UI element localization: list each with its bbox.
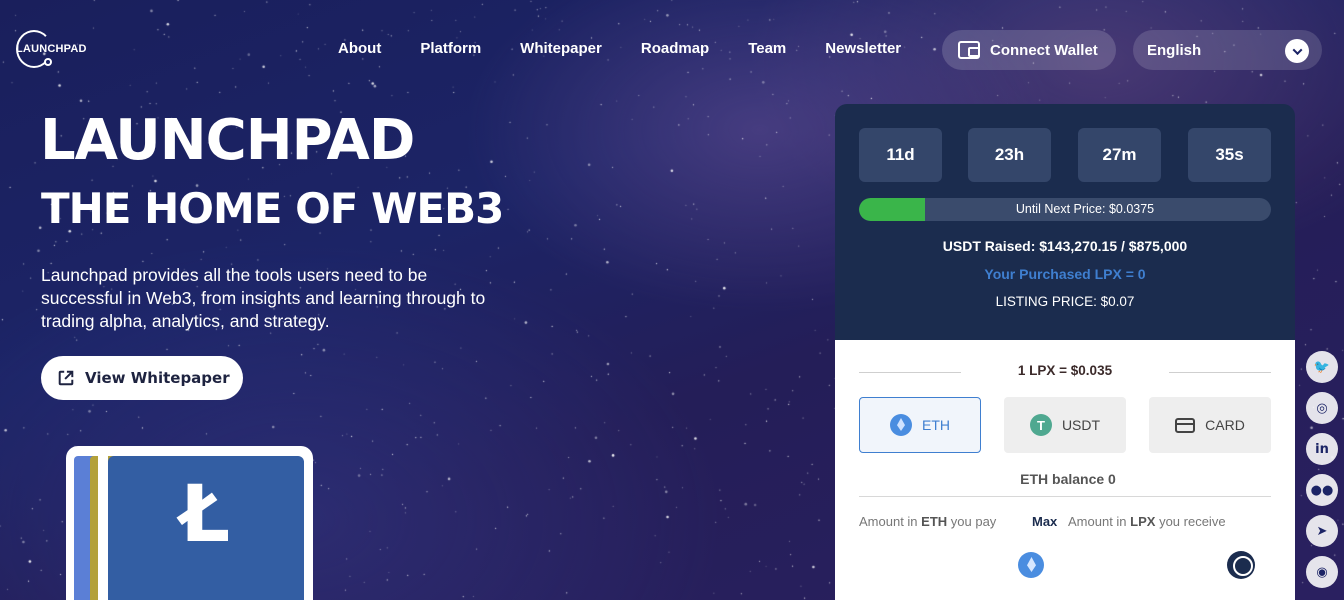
linkedin-icon[interactable]: in	[1306, 433, 1338, 465]
connect-wallet-button[interactable]: Connect Wallet	[942, 30, 1116, 70]
usdt-raised: USDT Raised: $143,270.15 / $875,000	[942, 238, 1188, 254]
progress-label: Until Next Price: $0.0375	[1015, 202, 1155, 216]
chat-icon[interactable]	[1227, 551, 1255, 579]
amount-labels: Amount in ETH you pay Max Amount in LPX …	[859, 514, 1271, 529]
litecoin-icon: Ł	[180, 470, 231, 560]
max-button[interactable]: Max	[1032, 514, 1057, 529]
nav-whitepaper[interactable]: Whitepaper	[520, 40, 602, 57]
pay-usdt-button[interactable]: T USDT	[1004, 397, 1126, 453]
eth-balance: ETH balance 0	[1020, 471, 1116, 487]
nav-newsletter[interactable]: Newsletter	[825, 40, 901, 57]
amount-pay-label: Amount in ETH you pay	[859, 514, 997, 529]
logo-text: LAUNCHPAD	[16, 43, 87, 55]
usdt-icon: T	[1029, 414, 1052, 436]
external-link-icon	[58, 370, 74, 386]
nav-roadmap[interactable]: Roadmap	[641, 40, 709, 57]
timer-hours: 23h	[968, 128, 1051, 182]
card-icon	[1175, 417, 1196, 433]
telegram-icon[interactable]: ➤	[1306, 515, 1338, 547]
twitter-icon[interactable]: 🐦	[1306, 351, 1338, 383]
medium-icon[interactable]: ●●	[1306, 474, 1338, 506]
hero-subtitle: THE HOME OF WEB3	[41, 184, 504, 233]
social-links: 🐦 ◎ in ●● ➤ ◉	[1306, 351, 1338, 597]
instagram-icon[interactable]: ◎	[1306, 392, 1338, 424]
language-select[interactable]: English	[1133, 30, 1322, 70]
token-card-stack: Ł	[66, 446, 313, 600]
wallet-icon	[958, 41, 980, 59]
balance-divider	[859, 496, 1271, 497]
eth-icon	[890, 414, 912, 436]
nav-about[interactable]: About	[338, 40, 381, 57]
discord-icon[interactable]: ◉	[1306, 556, 1338, 588]
pay-input-eth-icon	[1018, 552, 1044, 578]
purchased-lpx: Your Purchased LPX = 0	[984, 266, 1146, 282]
pay-eth-button[interactable]: ETH	[859, 397, 981, 453]
view-whitepaper-button[interactable]: View Whitepaper	[41, 356, 243, 400]
logo-dot-icon	[44, 58, 52, 66]
timer-minutes: 27m	[1078, 128, 1161, 182]
card-front: Ł	[108, 456, 304, 600]
listing-price: LISTING PRICE: $0.07	[995, 294, 1135, 309]
presale-panel-buy: 1 LPX = $0.035 ETH T USDT CARD ETH balan…	[835, 340, 1295, 600]
amount-receive-label: Amount in LPX you receive	[1068, 514, 1226, 529]
connect-wallet-label: Connect Wallet	[990, 41, 1098, 59]
chevron-down-icon[interactable]	[1285, 39, 1309, 63]
pay-card-button[interactable]: CARD	[1149, 397, 1271, 453]
presale-panel-stats: 11d 23h 27m 35s Until Next Price: $0.037…	[835, 104, 1295, 340]
hero-description: Launchpad provides all the tools users n…	[41, 265, 486, 331]
main-nav: About Platform Whitepaper Roadmap Team N…	[338, 40, 901, 57]
card-gap	[98, 456, 108, 600]
view-whitepaper-label: View Whitepaper	[85, 369, 230, 387]
pay-card-label: CARD	[1205, 417, 1245, 433]
rate-divider-right	[1169, 372, 1271, 373]
pay-eth-label: ETH	[922, 417, 950, 433]
lpx-rate: 1 LPX = $0.035	[1017, 363, 1113, 378]
hero-title: LAUNCHPAD	[40, 108, 415, 173]
price-progress-bar: Until Next Price: $0.0375	[859, 198, 1271, 221]
rate-row: 1 LPX = $0.035	[859, 362, 1271, 382]
nav-platform[interactable]: Platform	[420, 40, 481, 57]
nav-team[interactable]: Team	[748, 40, 786, 57]
timer-seconds: 35s	[1188, 128, 1271, 182]
timer-days: 11d	[859, 128, 942, 182]
language-value: English	[1147, 41, 1202, 59]
launchpad-logo[interactable]: LAUNCHPAD	[14, 30, 92, 70]
pay-usdt-label: USDT	[1061, 417, 1101, 433]
